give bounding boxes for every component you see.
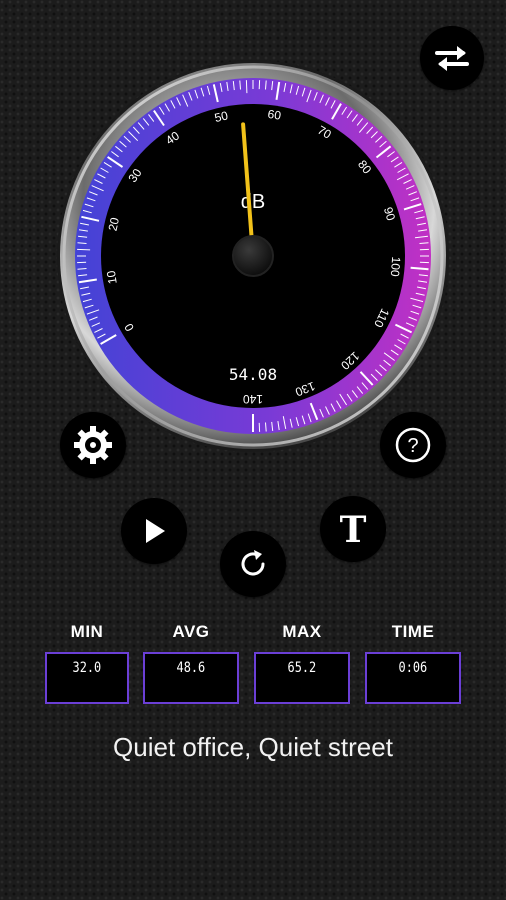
gauge-tick — [410, 266, 429, 271]
max-label: MAX — [282, 622, 322, 641]
min-value-box: 32.0 — [45, 652, 129, 704]
avg-value-box: 48.6 — [143, 652, 239, 704]
help-icon: ? — [395, 427, 431, 463]
gauge-digital-readout: 54.08 — [229, 365, 277, 384]
gear-icon — [74, 426, 112, 464]
text-t-icon: T — [340, 509, 367, 549]
settings-button[interactable] — [60, 412, 126, 478]
play-button[interactable] — [121, 498, 187, 564]
text-button[interactable]: T — [320, 496, 386, 562]
min-label: MIN — [70, 622, 104, 641]
max-value-box: 65.2 — [254, 652, 350, 704]
time-label: TIME — [391, 622, 435, 641]
gauge-tick-label: 60 — [267, 107, 283, 123]
help-glyph: ? — [407, 435, 418, 457]
text-glyph: T — [340, 509, 367, 549]
gauge-tick-label: 140 — [243, 392, 263, 406]
refresh-icon — [241, 550, 265, 576]
gauge-tick — [265, 80, 267, 90]
gauge-tick — [77, 242, 87, 244]
time-value: 0:06 — [398, 660, 428, 676]
gauge-tick-label: 100 — [388, 256, 403, 277]
min-value: 32.0 — [72, 660, 102, 676]
time-value-box: 0:06 — [365, 652, 461, 704]
swap-arrows-icon — [435, 46, 469, 71]
gauge-tick — [77, 248, 91, 251]
gauge-unit-label: dB — [241, 191, 265, 213]
max-value: 65.2 — [287, 660, 317, 676]
gauge-tick — [245, 80, 248, 94]
gauge-tick — [265, 422, 267, 432]
reset-button[interactable] — [220, 531, 286, 597]
avg-label: AVG — [172, 622, 210, 641]
avg-value: 48.6 — [176, 660, 206, 676]
play-icon — [146, 519, 165, 543]
gauge-tick — [419, 242, 429, 244]
gauge-tick-label: 10 — [104, 269, 120, 285]
gauge-hub — [232, 235, 274, 277]
swap-units-button[interactable] — [420, 26, 484, 90]
gauge-tick — [77, 268, 87, 270]
noise-level-description: Quiet office, Quiet street — [113, 732, 393, 762]
gauge-tick — [239, 80, 241, 90]
help-button[interactable]: ? — [380, 412, 446, 478]
